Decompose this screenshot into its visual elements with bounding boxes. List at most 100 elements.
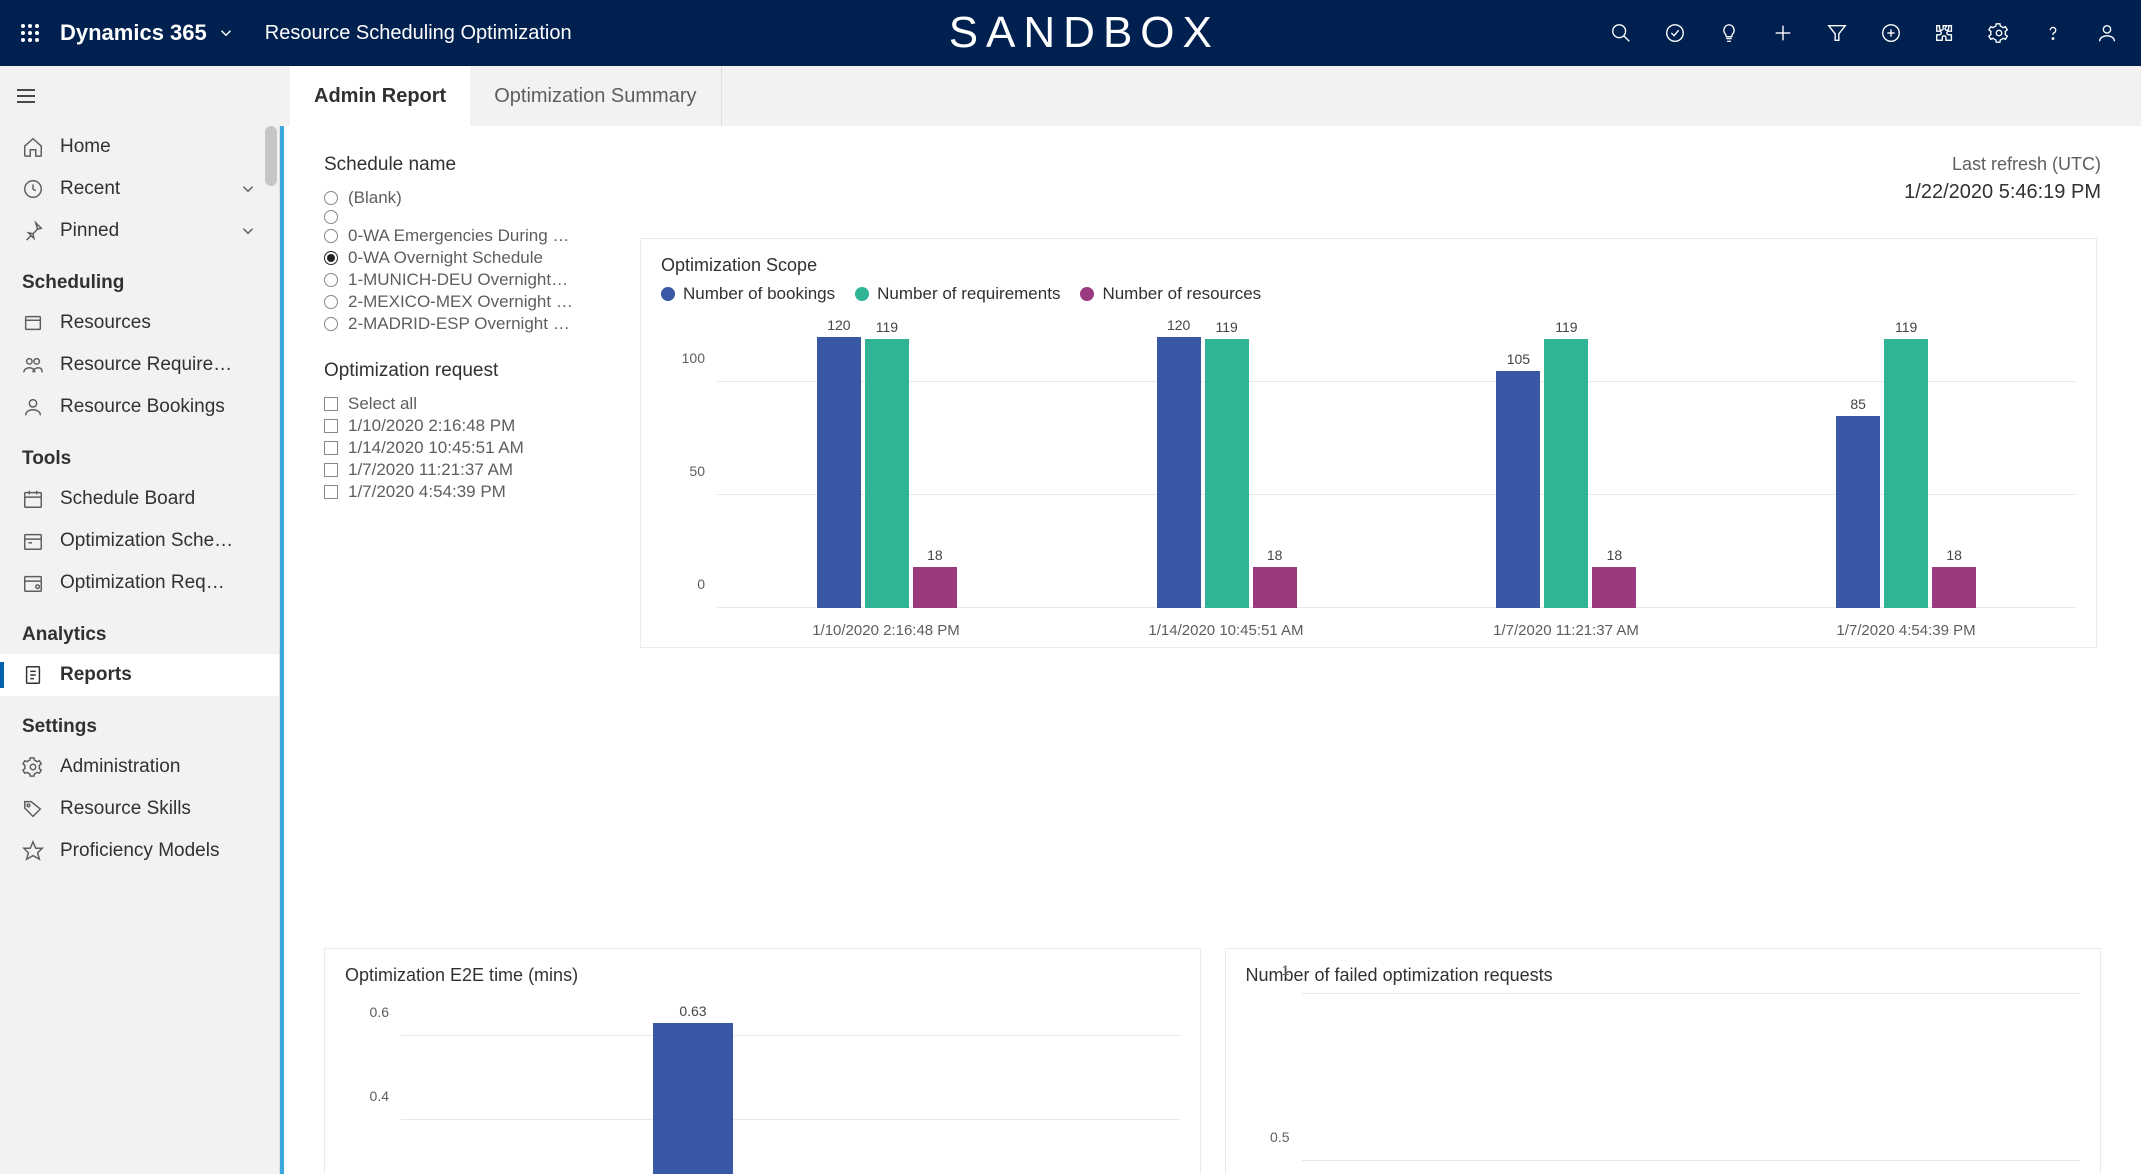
- sidebar-item-recent[interactable]: Recent: [0, 168, 279, 210]
- checkbox-icon: [324, 419, 338, 433]
- chart-title: Optimization Scope: [661, 255, 2076, 276]
- task-icon[interactable]: [1651, 9, 1699, 57]
- bar: 119: [1544, 339, 1588, 608]
- user-icon[interactable]: [2083, 9, 2131, 57]
- bar: 120: [1157, 337, 1201, 608]
- option-label: 1/10/2020 2:16:48 PM: [348, 416, 515, 436]
- sidebar-item-resources[interactable]: Resources: [0, 302, 279, 344]
- nav-label: Resource Require…: [60, 354, 232, 376]
- failed-requests-chart: 00.51: [1246, 994, 2081, 1174]
- sidebar-group-scheduling: Scheduling: [0, 252, 279, 302]
- optimization-request-option[interactable]: 1/14/2020 10:45:51 AM: [324, 438, 584, 458]
- chart-title: Number of failed optimization requests: [1246, 965, 2081, 986]
- lightbulb-icon[interactable]: [1705, 9, 1753, 57]
- x-axis-label: 1/10/2020 2:16:48 PM: [716, 614, 1056, 639]
- app-launcher-icon[interactable]: [10, 13, 50, 53]
- bar: 120: [817, 337, 861, 608]
- option-label: 1/7/2020 11:21:37 AM: [348, 460, 513, 480]
- bar: 119: [865, 339, 909, 608]
- legend-swatch-icon: [661, 287, 675, 301]
- puzzle-icon[interactable]: [1921, 9, 1969, 57]
- sidebar-item-resource-requirements[interactable]: Resource Require…: [0, 344, 279, 386]
- optimization-request-option[interactable]: 1/7/2020 4:54:39 PM: [324, 482, 584, 502]
- option-label: 1/7/2020 4:54:39 PM: [348, 482, 506, 502]
- radio-icon: [324, 191, 338, 205]
- nav-label: Optimization Sche…: [60, 530, 233, 552]
- bar: 18: [1932, 567, 1976, 608]
- nav-label: Resources: [60, 312, 151, 334]
- x-axis-label: 1/7/2020 4:54:39 PM: [1736, 614, 2076, 639]
- option-label: 0-WA Emergencies During …: [348, 226, 569, 246]
- schedule-name-option[interactable]: (Blank): [324, 188, 573, 208]
- filter-icon[interactable]: [1813, 9, 1861, 57]
- option-label: 1-MUNICH-DEU Overnight…: [348, 270, 568, 290]
- schedule-name-option[interactable]: 2-MEXICO-MEX Overnight …: [324, 292, 573, 312]
- add-circle-icon[interactable]: [1867, 9, 1915, 57]
- sidebar-item-schedule-board[interactable]: Schedule Board: [0, 478, 279, 520]
- x-axis-label: 1/7/2020 11:21:37 AM: [1396, 614, 1736, 639]
- nav-label: Resource Bookings: [60, 396, 225, 418]
- sidebar-item-resource-bookings[interactable]: Resource Bookings: [0, 386, 279, 428]
- optimization-scope-chart: 0501001201191812011918105119188511918: [661, 314, 2076, 614]
- nav-label: Schedule Board: [60, 488, 195, 510]
- e2e-time-chart: 00.20.40.60.200.630.130.17: [345, 994, 1180, 1174]
- sidebar-group-settings: Settings: [0, 696, 279, 746]
- sidebar-toggle-icon[interactable]: [6, 76, 46, 116]
- schedule-name-option[interactable]: 0-WA Overnight Schedule: [324, 248, 573, 268]
- sidebar: Home Recent Pinned Scheduling Resources …: [0, 126, 280, 1174]
- optimization-request-option[interactable]: Select all: [324, 394, 584, 414]
- sidebar-item-pinned[interactable]: Pinned: [0, 210, 279, 252]
- chart-title: Optimization E2E time (mins): [345, 965, 1180, 986]
- optimization-request-option[interactable]: 1/7/2020 11:21:37 AM: [324, 460, 584, 480]
- bar: 119: [1205, 339, 1249, 608]
- search-icon[interactable]: [1597, 9, 1645, 57]
- radio-icon: [324, 317, 338, 331]
- plus-icon[interactable]: [1759, 9, 1807, 57]
- schedule-name-filter: Schedule name (Blank)0-WA Emergencies Du…: [324, 154, 573, 336]
- legend-item: Number of requirements: [855, 284, 1060, 304]
- option-label: 1/14/2020 10:45:51 AM: [348, 438, 524, 458]
- sidebar-item-administration[interactable]: Administration: [0, 746, 279, 788]
- nav-label: Optimization Req…: [60, 572, 225, 594]
- e2e-time-card: Optimization E2E time (mins) 00.20.40.60…: [324, 948, 1201, 1174]
- option-label: Select all: [348, 394, 417, 414]
- schedule-name-option[interactable]: 1-MUNICH-DEU Overnight…: [324, 270, 573, 290]
- tab-optimization-summary[interactable]: Optimization Summary: [470, 66, 721, 126]
- nav-label: Administration: [60, 756, 180, 778]
- top-bar: Dynamics 365 Resource Scheduling Optimiz…: [0, 0, 2141, 66]
- schedule-name-option[interactable]: [324, 210, 573, 224]
- sidebar-item-resource-skills[interactable]: Resource Skills: [0, 788, 279, 830]
- request-icon: [22, 572, 44, 594]
- radio-icon: [324, 229, 338, 243]
- nav-label: Reports: [60, 664, 132, 686]
- gear-icon[interactable]: [1975, 9, 2023, 57]
- legend-swatch-icon: [855, 287, 869, 301]
- schedule-name-option[interactable]: 2-MADRID-ESP Overnight …: [324, 314, 573, 334]
- home-icon: [22, 136, 44, 158]
- checkbox-icon: [324, 463, 338, 477]
- checkbox-icon: [324, 441, 338, 455]
- gear-icon: [22, 756, 44, 778]
- brand-switcher[interactable]: Dynamics 365: [60, 20, 235, 46]
- help-icon[interactable]: [2029, 9, 2077, 57]
- bar: 119: [1884, 339, 1928, 608]
- failed-requests-card: Number of failed optimization requests 0…: [1225, 948, 2102, 1174]
- tab-admin-report[interactable]: Admin Report: [290, 66, 470, 126]
- pin-icon: [22, 220, 44, 242]
- sidebar-item-home[interactable]: Home: [0, 126, 279, 168]
- sidebar-item-proficiency-models[interactable]: Proficiency Models: [0, 830, 279, 872]
- bar: 18: [1592, 567, 1636, 608]
- chart-legend: Number of bookings Number of requirement…: [661, 284, 2076, 304]
- nav-label: Pinned: [60, 220, 119, 242]
- legend-item: Number of bookings: [661, 284, 835, 304]
- option-label: 2-MEXICO-MEX Overnight …: [348, 292, 573, 312]
- sidebar-item-reports[interactable]: Reports: [0, 654, 279, 696]
- option-label: 2-MADRID-ESP Overnight …: [348, 314, 570, 334]
- bar: 105: [1496, 371, 1540, 608]
- radio-icon: [324, 273, 338, 287]
- schedule-name-option[interactable]: 0-WA Emergencies During …: [324, 226, 573, 246]
- optimization-request-option[interactable]: 1/10/2020 2:16:48 PM: [324, 416, 584, 436]
- sidebar-item-optimization-requests[interactable]: Optimization Req…: [0, 562, 279, 604]
- sidebar-item-optimization-schedules[interactable]: Optimization Sche…: [0, 520, 279, 562]
- calendar-icon: [22, 488, 44, 510]
